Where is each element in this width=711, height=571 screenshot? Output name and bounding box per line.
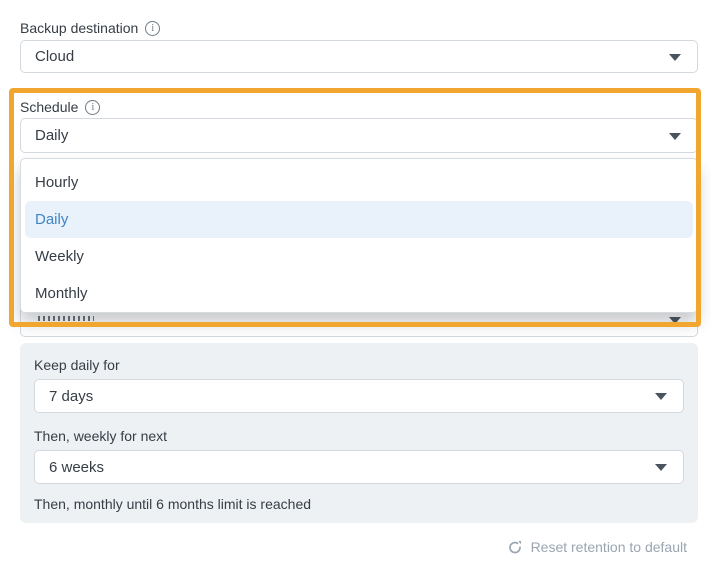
- info-icon[interactable]: i: [85, 100, 100, 115]
- reset-retention-link[interactable]: Reset retention to default: [507, 539, 687, 555]
- retention-panel: Keep daily for 7 days Then, weekly for n…: [20, 343, 698, 523]
- schedule-dropdown-menu: Hourly Daily Weekly Monthly: [20, 158, 698, 313]
- chevron-down-icon: [669, 54, 681, 61]
- dropdown-option-weekly[interactable]: Weekly: [21, 238, 697, 275]
- backup-destination-value: Cloud: [35, 48, 74, 65]
- info-icon[interactable]: i: [145, 21, 160, 36]
- schedule-label: Schedule i: [20, 99, 100, 115]
- keep-daily-label: Keep daily for: [34, 357, 120, 373]
- backup-destination-select[interactable]: Cloud: [20, 40, 698, 73]
- reset-retention-label: Reset retention to default: [531, 539, 687, 555]
- chevron-down-icon: [655, 393, 667, 400]
- keep-daily-label-text: Keep daily for: [34, 357, 120, 373]
- obscured-select-text: [38, 316, 94, 321]
- weekly-label: Then, weekly for next: [34, 428, 167, 444]
- monthly-retention-note: Then, monthly until 6 months limit is re…: [34, 496, 311, 512]
- weekly-select[interactable]: 6 weeks: [34, 450, 684, 484]
- schedule-label-text: Schedule: [20, 99, 78, 115]
- backup-destination-label-text: Backup destination: [20, 20, 138, 36]
- keep-daily-select[interactable]: 7 days: [34, 379, 684, 413]
- schedule-select[interactable]: Daily: [20, 118, 698, 153]
- schedule-value: Daily: [35, 127, 68, 144]
- chevron-down-icon: [669, 317, 681, 324]
- backup-destination-label: Backup destination i: [20, 20, 160, 36]
- dropdown-option-daily[interactable]: Daily: [25, 201, 693, 238]
- reset-arrow-icon: [507, 539, 523, 555]
- chevron-down-icon: [669, 133, 681, 140]
- keep-daily-value: 7 days: [49, 388, 93, 405]
- weekly-value: 6 weeks: [49, 459, 104, 476]
- dropdown-option-hourly[interactable]: Hourly: [21, 164, 697, 201]
- chevron-down-icon: [655, 464, 667, 471]
- dropdown-option-monthly[interactable]: Monthly: [21, 275, 697, 312]
- weekly-label-text: Then, weekly for next: [34, 428, 167, 444]
